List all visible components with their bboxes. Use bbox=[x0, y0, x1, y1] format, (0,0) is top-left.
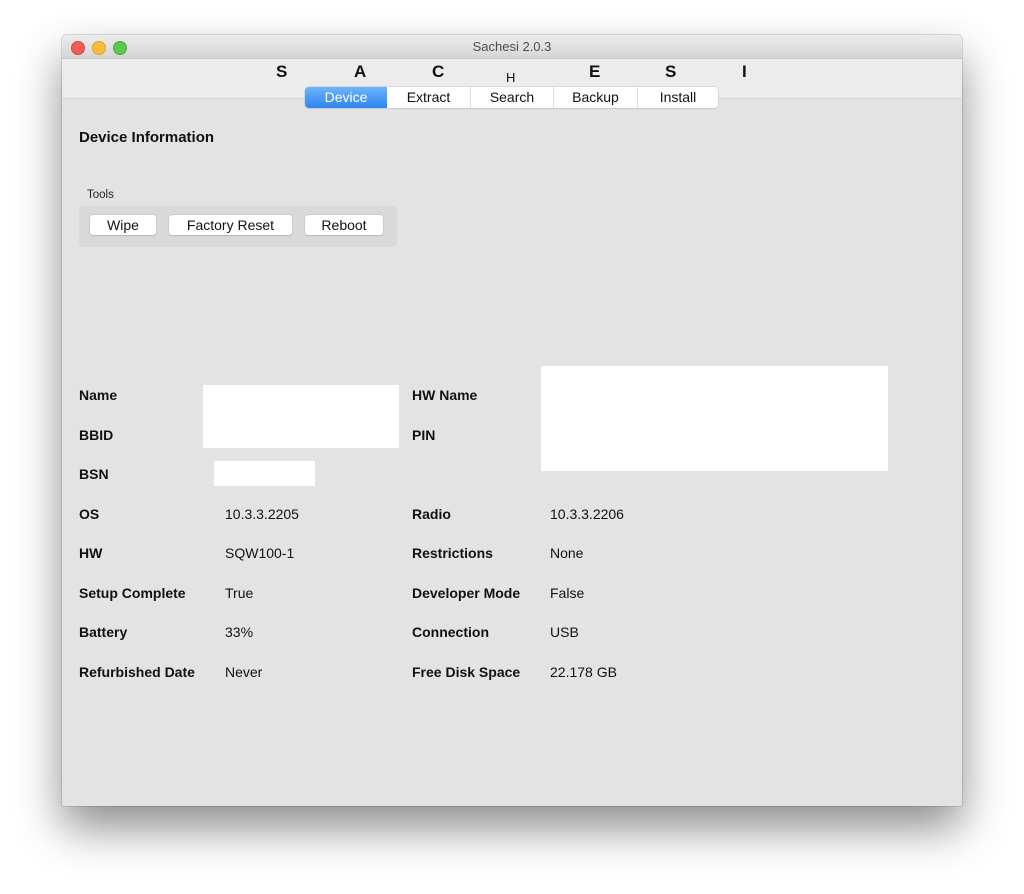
bbid-label: BBID bbox=[79, 427, 114, 443]
window-title: Sachesi 2.0.3 bbox=[472, 39, 552, 54]
restrictions-value: None bbox=[550, 545, 584, 561]
developer-mode-label: Developer Mode bbox=[412, 585, 521, 601]
free-disk-space-label: Free Disk Space bbox=[412, 664, 521, 680]
connection-value: USB bbox=[550, 624, 579, 640]
hw-name-label: HW Name bbox=[412, 387, 478, 403]
app-window: Sachesi 2.0.3 S A C H E S I Device Extra… bbox=[62, 35, 962, 806]
refurbished-date-label: Refurbished Date bbox=[79, 664, 195, 680]
wipe-button[interactable]: Wipe bbox=[90, 215, 156, 235]
section-title: Device Information bbox=[79, 129, 215, 146]
banner-letter: A bbox=[354, 62, 367, 81]
pin-label: PIN bbox=[412, 427, 436, 443]
name-bbid-redacted-field bbox=[203, 385, 399, 448]
hw-value: SQW100-1 bbox=[225, 545, 295, 561]
device-panel: Device Information Tools Wipe Factory Re… bbox=[62, 99, 962, 806]
developer-mode-value: False bbox=[550, 585, 585, 601]
setup-complete-value: True bbox=[225, 585, 254, 601]
bsn-redacted-field bbox=[214, 461, 315, 486]
radio-label: Radio bbox=[412, 506, 451, 522]
banner-letter: C bbox=[432, 62, 445, 81]
tools-group: Wipe Factory Reset Reboot bbox=[79, 206, 397, 247]
restrictions-label: Restrictions bbox=[412, 545, 493, 561]
banner-letter: H bbox=[506, 70, 516, 85]
tools-group-label: Tools bbox=[87, 189, 114, 201]
banner-letter: E bbox=[589, 62, 601, 81]
free-disk-space-value: 22.178 GB bbox=[550, 664, 617, 680]
reboot-button[interactable]: Reboot bbox=[305, 215, 383, 235]
battery-label: Battery bbox=[79, 624, 128, 640]
bsn-label: BSN bbox=[79, 466, 109, 482]
radio-value: 10.3.3.2206 bbox=[550, 506, 624, 522]
banner-letter: I bbox=[742, 62, 747, 81]
setup-complete-label: Setup Complete bbox=[79, 585, 186, 601]
title-bar: Sachesi 2.0.3 bbox=[62, 35, 962, 59]
hw-label: HW bbox=[79, 545, 103, 561]
connection-label: Connection bbox=[412, 624, 489, 640]
factory-reset-button[interactable]: Factory Reset bbox=[169, 215, 292, 235]
os-value: 10.3.3.2205 bbox=[225, 506, 299, 522]
battery-value: 33% bbox=[225, 624, 254, 640]
banner-letter: S bbox=[665, 62, 677, 81]
name-label: Name bbox=[79, 387, 118, 403]
banner-letter: S bbox=[276, 62, 288, 81]
hw-name-pin-redacted-field bbox=[541, 366, 888, 471]
os-label: OS bbox=[79, 506, 100, 522]
refurbished-date-value: Never bbox=[225, 664, 263, 680]
